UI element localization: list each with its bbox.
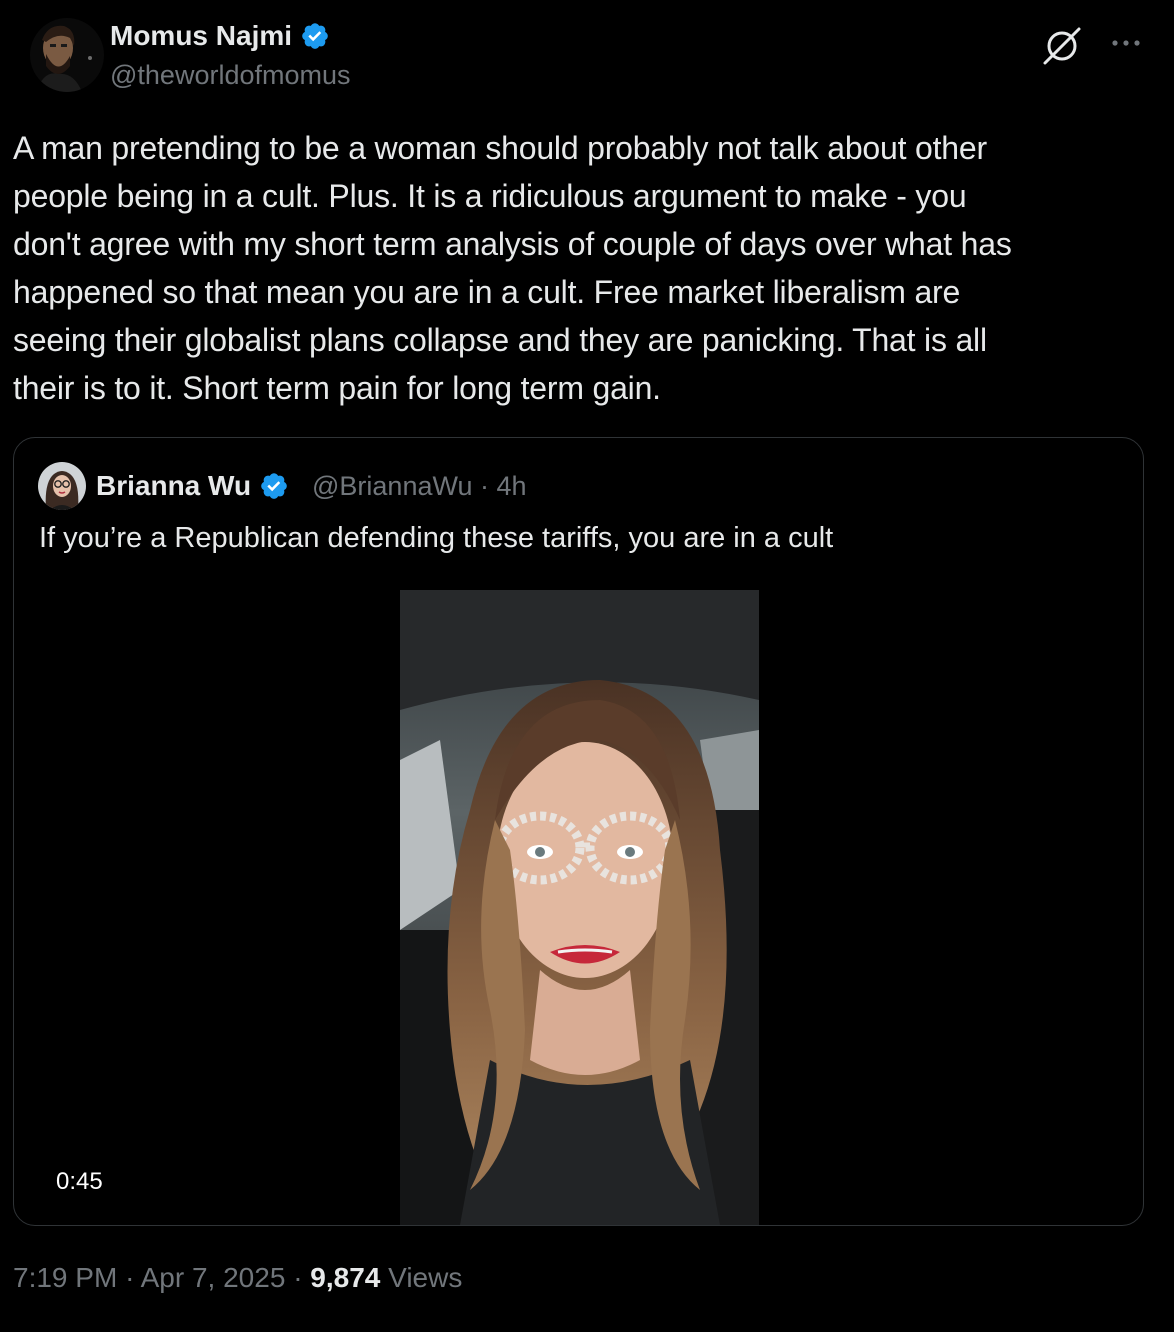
- post-text-line: their is to it. Short term pain for long…: [13, 370, 661, 406]
- views-label: Views: [388, 1262, 463, 1293]
- quoted-author-name-text: Brianna Wu: [96, 470, 252, 501]
- post-text-line: people being in a cult. Plus. It is a ri…: [13, 178, 967, 214]
- video-duration: 0:45: [56, 1168, 103, 1195]
- more-options-icon[interactable]: [1108, 28, 1144, 58]
- quoted-author-name[interactable]: Brianna Wu: [96, 470, 289, 502]
- post-text-line: happened so that mean you are in a cult.…: [13, 274, 961, 310]
- verified-badge-icon: [261, 473, 287, 499]
- views-count: 9,874: [310, 1262, 381, 1293]
- post-text-line: seeing their globalist plans collapse an…: [13, 322, 987, 358]
- quoted-post-text: If you’re a Republican defending these t…: [39, 522, 834, 554]
- author-name-text: Momus Najmi: [110, 20, 293, 51]
- quoted-author-handle-time: @BriannaWu · 4h: [312, 471, 527, 501]
- quoted-video[interactable]: [400, 590, 759, 1225]
- post-text-line: don't agree with my short term analysis …: [13, 226, 1012, 262]
- post-meta: 7:19 PM · Apr 7, 2025 · 9,874 Views: [13, 1262, 462, 1294]
- author-handle[interactable]: @theworldofmomus: [110, 60, 351, 91]
- quoted-post[interactable]: Brianna Wu @BriannaWu · 4h If you’re a R…: [13, 437, 1144, 1226]
- author-name[interactable]: Momus Najmi: [110, 20, 330, 52]
- author-avatar[interactable]: [30, 18, 104, 92]
- author-avatar-image: [30, 18, 104, 92]
- post-time[interactable]: 7:19 PM: [13, 1262, 117, 1293]
- post-text: A man pretending to be a woman should pr…: [13, 124, 1153, 412]
- quoted-author-avatar[interactable]: [38, 462, 86, 510]
- quoted-avatar-image: [38, 462, 86, 510]
- post-text-line: A man pretending to be a woman should pr…: [13, 130, 987, 166]
- grok-icon[interactable]: [1040, 24, 1084, 68]
- post-date[interactable]: Apr 7, 2025: [141, 1262, 286, 1293]
- meta-separator: ·: [125, 1262, 135, 1293]
- post-detail: Momus Najmi @theworldofmomus A man prete…: [0, 0, 1174, 1332]
- video-thumbnail: [400, 590, 759, 1225]
- verified-badge-icon: [302, 23, 328, 49]
- meta-separator: ·: [293, 1262, 303, 1293]
